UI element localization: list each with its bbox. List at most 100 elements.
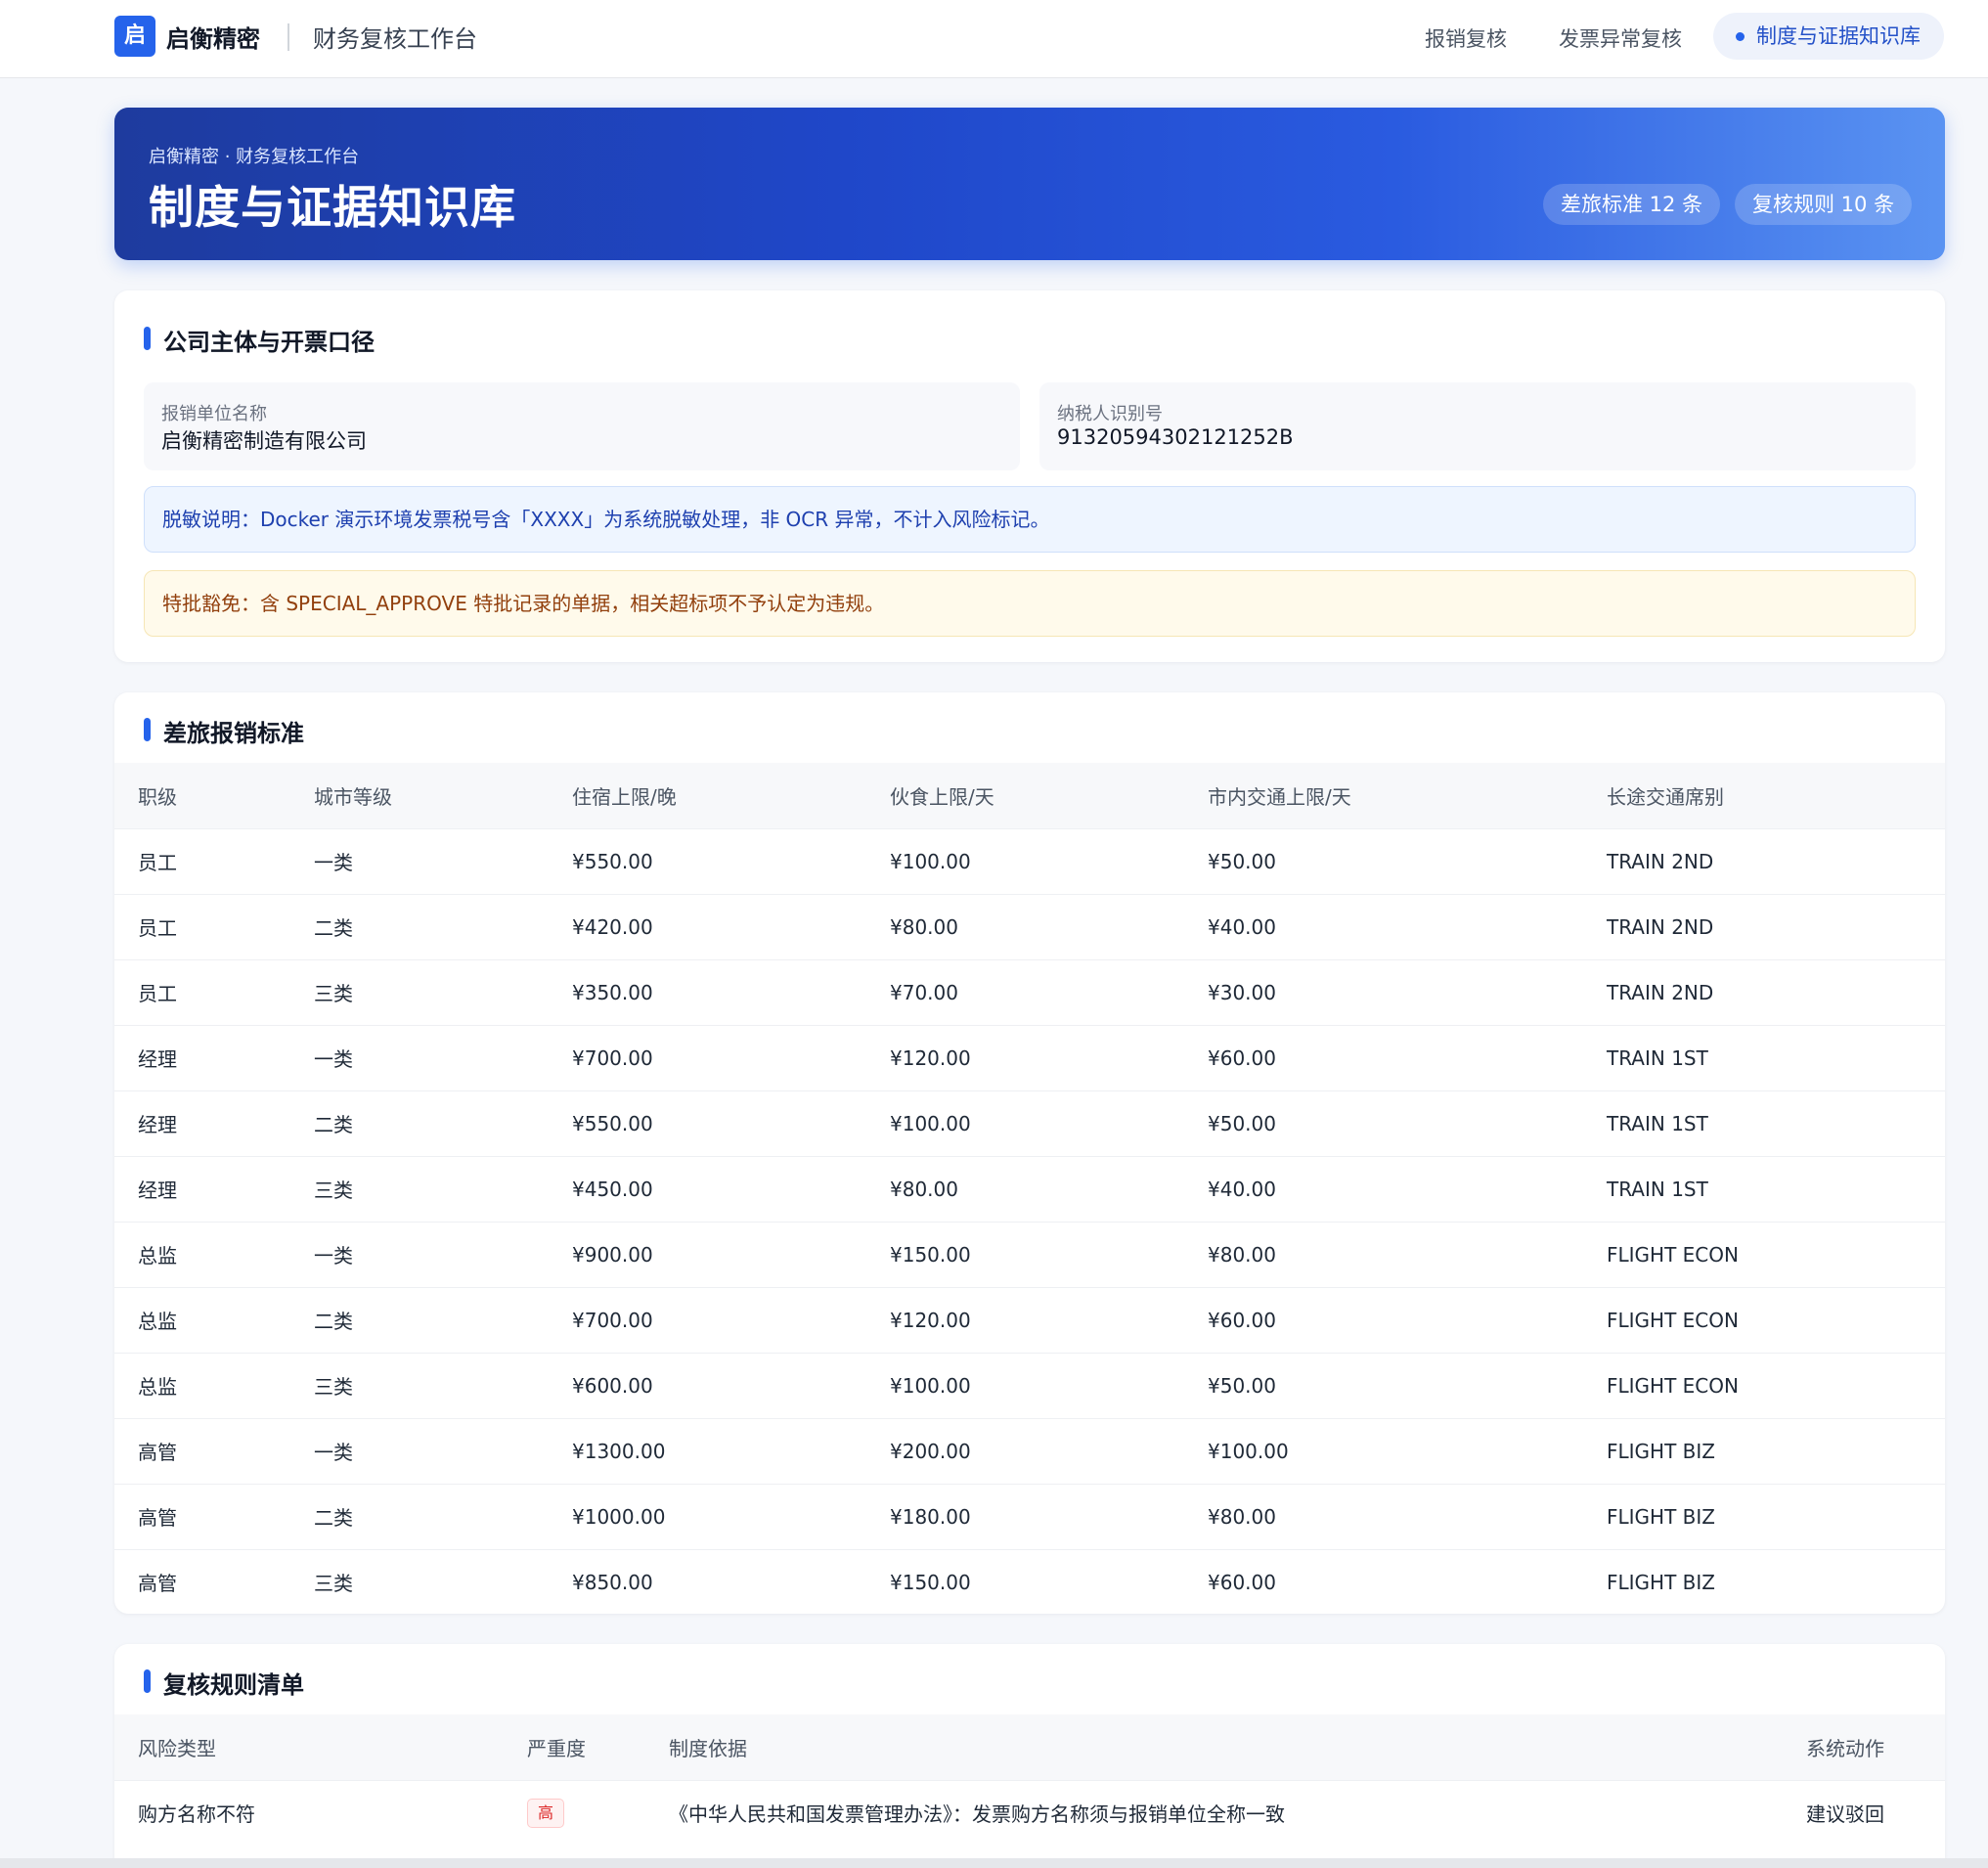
table-cell: ¥200.00 bbox=[866, 1417, 1184, 1484]
table-cell: ¥120.00 bbox=[866, 1286, 1184, 1353]
company-name-box: 报销单位名称 启衡精密制造有限公司 bbox=[144, 382, 1020, 470]
col-header: 长途交通席别 bbox=[1583, 763, 1945, 828]
table-cell: 高管 bbox=[114, 1483, 290, 1549]
table-cell: 员工 bbox=[114, 893, 290, 959]
table-cell: ¥60.00 bbox=[1184, 1286, 1583, 1353]
nav-knowledge-base-label: 制度与证据知识库 bbox=[1756, 24, 1921, 48]
tax-id-label: 纳税人识别号 bbox=[1057, 404, 1163, 424]
severity-badge: 高 bbox=[527, 1798, 565, 1828]
table-cell: ¥80.00 bbox=[866, 1155, 1184, 1222]
table-cell: TRAIN 1ST bbox=[1583, 1155, 1945, 1222]
table-row: 经理 三类 ¥450.00 ¥80.00 ¥40.00 TRAIN 1ST bbox=[114, 1155, 1945, 1222]
col-header: 住宿上限/晚 bbox=[549, 763, 866, 828]
table-cell: 经理 bbox=[114, 1024, 290, 1090]
table-cell: FLIGHT BIZ bbox=[1583, 1483, 1945, 1549]
col-header: 严重度 bbox=[504, 1714, 645, 1780]
table-cell: ¥100.00 bbox=[866, 1352, 1184, 1418]
table-header-row: 职级 城市等级 住宿上限/晚 伙食上限/天 市内交通上限/天 长途交通席别 bbox=[114, 763, 1945, 828]
hero-banner: 启衡精密 · 财务复核工作台 制度与证据知识库 差旅标准 12 条 复核规则 1… bbox=[114, 108, 1945, 260]
table-cell: ¥50.00 bbox=[1184, 1090, 1583, 1156]
col-header: 伙食上限/天 bbox=[866, 763, 1184, 828]
table-cell: ¥30.00 bbox=[1184, 958, 1583, 1025]
table-cell: 一类 bbox=[290, 1417, 549, 1484]
rule-basis: 《中华人民共和国发票管理办法》：发票购方名称须与报销单位全称一致 bbox=[645, 1779, 1783, 1846]
table-row: 高管 一类 ¥1300.00 ¥200.00 ¥100.00 FLIGHT BIZ bbox=[114, 1417, 1945, 1484]
table-cell: ¥50.00 bbox=[1184, 827, 1583, 894]
workspace-name: 财务复核工作台 bbox=[313, 25, 477, 53]
table-row: 经理 一类 ¥700.00 ¥120.00 ¥60.00 TRAIN 1ST bbox=[114, 1024, 1945, 1090]
rules-card: 复核规则清单 风险类型 严重度 制度依据 系统动作 购方名称不符 高 《中华人民… bbox=[114, 1644, 1945, 1868]
col-header: 系统动作 bbox=[1783, 1714, 1945, 1780]
table-row: 员工 一类 ¥550.00 ¥100.00 ¥50.00 TRAIN 2ND bbox=[114, 827, 1945, 894]
nav-invoice-review[interactable]: 发票异常复核 bbox=[1559, 23, 1682, 53]
brand-logo: 启 bbox=[114, 16, 155, 57]
table-cell: 经理 bbox=[114, 1090, 290, 1156]
section-title-company: 公司主体与开票口径 bbox=[144, 323, 375, 357]
table-row: 总监 二类 ¥700.00 ¥120.00 ¥60.00 FLIGHT ECON bbox=[114, 1286, 1945, 1353]
travel-standards-card: 差旅报销标准 职级 城市等级 住宿上限/晚 伙食上限/天 市内交通上限/天 长途… bbox=[114, 692, 1945, 1614]
tax-id-value: 91320594302121252B bbox=[1057, 425, 1294, 449]
table-row: 总监 三类 ¥600.00 ¥100.00 ¥50.00 FLIGHT ECON bbox=[114, 1352, 1945, 1418]
col-header: 风险类型 bbox=[114, 1714, 504, 1780]
table-cell: ¥40.00 bbox=[1184, 893, 1583, 959]
page-title: 制度与证据知识库 bbox=[149, 181, 516, 234]
table-cell: 三类 bbox=[290, 958, 549, 1025]
table-cell: 二类 bbox=[290, 1286, 549, 1353]
table-cell: ¥120.00 bbox=[866, 1024, 1184, 1090]
company-card: 公司主体与开票口径 报销单位名称 启衡精密制造有限公司 纳税人识别号 91320… bbox=[114, 290, 1945, 662]
table-cell: ¥150.00 bbox=[866, 1548, 1184, 1614]
table-cell: ¥700.00 bbox=[549, 1286, 866, 1353]
risk-type: 购方名称不符 bbox=[114, 1779, 504, 1846]
table-cell: ¥550.00 bbox=[549, 827, 866, 894]
table-cell: ¥550.00 bbox=[549, 1090, 866, 1156]
table-cell: FLIGHT BIZ bbox=[1583, 1417, 1945, 1484]
breadcrumb: 启衡精密 · 财务复核工作台 bbox=[149, 147, 360, 167]
col-header: 市内交通上限/天 bbox=[1184, 763, 1583, 828]
table-cell: 员工 bbox=[114, 958, 290, 1025]
brand-name: 启衡精密 bbox=[166, 25, 260, 53]
table-cell: ¥700.00 bbox=[549, 1024, 866, 1090]
table-cell: TRAIN 2ND bbox=[1583, 893, 1945, 959]
table-cell: 总监 bbox=[114, 1352, 290, 1418]
table-cell: ¥50.00 bbox=[1184, 1352, 1583, 1418]
table-cell: 高管 bbox=[114, 1548, 290, 1614]
nav-knowledge-base[interactable]: 制度与证据知识库 bbox=[1713, 13, 1944, 60]
system-action: 建议驳回 bbox=[1783, 1779, 1945, 1846]
table-cell: ¥150.00 bbox=[866, 1221, 1184, 1287]
table-cell: ¥1000.00 bbox=[549, 1483, 866, 1549]
standards-count-badge: 差旅标准 12 条 bbox=[1543, 184, 1721, 225]
table-header-row: 风险类型 严重度 制度依据 系统动作 bbox=[114, 1714, 1945, 1780]
active-dot-icon bbox=[1736, 32, 1745, 41]
table-cell: ¥60.00 bbox=[1184, 1024, 1583, 1090]
table-cell: TRAIN 1ST bbox=[1583, 1090, 1945, 1156]
table-cell: ¥900.00 bbox=[549, 1221, 866, 1287]
table-cell: TRAIN 1ST bbox=[1583, 1024, 1945, 1090]
table-cell: 三类 bbox=[290, 1352, 549, 1418]
table-row: 员工 三类 ¥350.00 ¥70.00 ¥30.00 TRAIN 2ND bbox=[114, 958, 1945, 1025]
col-header: 城市等级 bbox=[290, 763, 549, 828]
table-cell: 一类 bbox=[290, 1024, 549, 1090]
company-name-label: 报销单位名称 bbox=[161, 404, 267, 424]
table-row: 经理 二类 ¥550.00 ¥100.00 ¥50.00 TRAIN 1ST bbox=[114, 1090, 1945, 1156]
col-header: 职级 bbox=[114, 763, 290, 828]
table-row: 高管 二类 ¥1000.00 ¥180.00 ¥80.00 FLIGHT BIZ bbox=[114, 1483, 1945, 1549]
table-cell: 总监 bbox=[114, 1286, 290, 1353]
table-cell: 二类 bbox=[290, 1483, 549, 1549]
table-cell: 三类 bbox=[290, 1155, 549, 1222]
table-cell: 二类 bbox=[290, 1090, 549, 1156]
table-cell: ¥850.00 bbox=[549, 1548, 866, 1614]
table-cell: ¥600.00 bbox=[549, 1352, 866, 1418]
table-cell: FLIGHT ECON bbox=[1583, 1286, 1945, 1353]
table-row: 员工 二类 ¥420.00 ¥80.00 ¥40.00 TRAIN 2ND bbox=[114, 893, 1945, 959]
table-cell: 一类 bbox=[290, 1221, 549, 1287]
table-row: 高管 三类 ¥850.00 ¥150.00 ¥60.00 FLIGHT BIZ bbox=[114, 1548, 1945, 1614]
table-cell: ¥70.00 bbox=[866, 958, 1184, 1025]
section-title-rules: 复核规则清单 bbox=[144, 1666, 304, 1700]
top-navbar: 启 启衡精密 财务复核工作台 报销复核 发票异常复核 制度与证据知识库 bbox=[0, 0, 1988, 78]
table-cell: ¥100.00 bbox=[866, 1090, 1184, 1156]
brand-divider bbox=[287, 23, 289, 51]
nav-expense-review[interactable]: 报销复核 bbox=[1425, 23, 1507, 53]
scroll-edge bbox=[0, 1858, 1988, 1868]
table-cell: FLIGHT ECON bbox=[1583, 1221, 1945, 1287]
col-header: 制度依据 bbox=[645, 1714, 1783, 1780]
